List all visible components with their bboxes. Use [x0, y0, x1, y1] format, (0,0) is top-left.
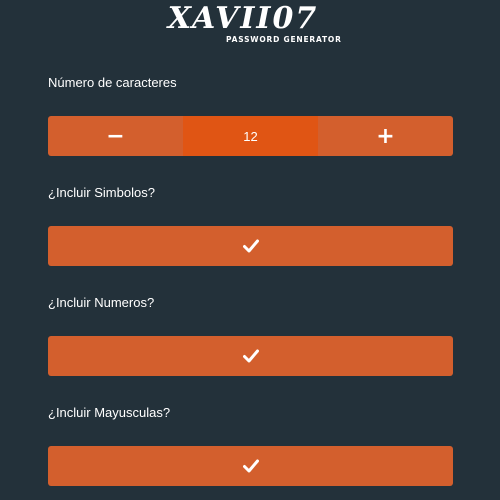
- check-icon: [242, 459, 259, 473]
- uppercase-toggle-button[interactable]: [48, 446, 453, 486]
- numbers-toggle-button[interactable]: [48, 336, 453, 376]
- app-logo: XAVII07 PASSWORD GENERATOR: [0, 1, 500, 45]
- logo-subtitle: PASSWORD GENERATOR: [226, 35, 342, 44]
- length-value: 12: [183, 116, 318, 156]
- numbers-label: ¿Incluir Numeros?: [48, 295, 155, 310]
- length-stepper: − 12 +: [48, 116, 453, 156]
- logo-title: XAVII07: [167, 1, 319, 36]
- check-icon: [242, 239, 259, 253]
- symbols-label: ¿Incluir Simbolos?: [48, 185, 155, 200]
- check-icon: [242, 349, 259, 363]
- uppercase-label: ¿Incluir Mayusculas?: [48, 405, 171, 420]
- length-label: Número de caracteres: [48, 75, 177, 90]
- increment-button[interactable]: +: [318, 116, 453, 156]
- decrement-button[interactable]: −: [48, 116, 183, 156]
- symbols-toggle-button[interactable]: [48, 226, 453, 266]
